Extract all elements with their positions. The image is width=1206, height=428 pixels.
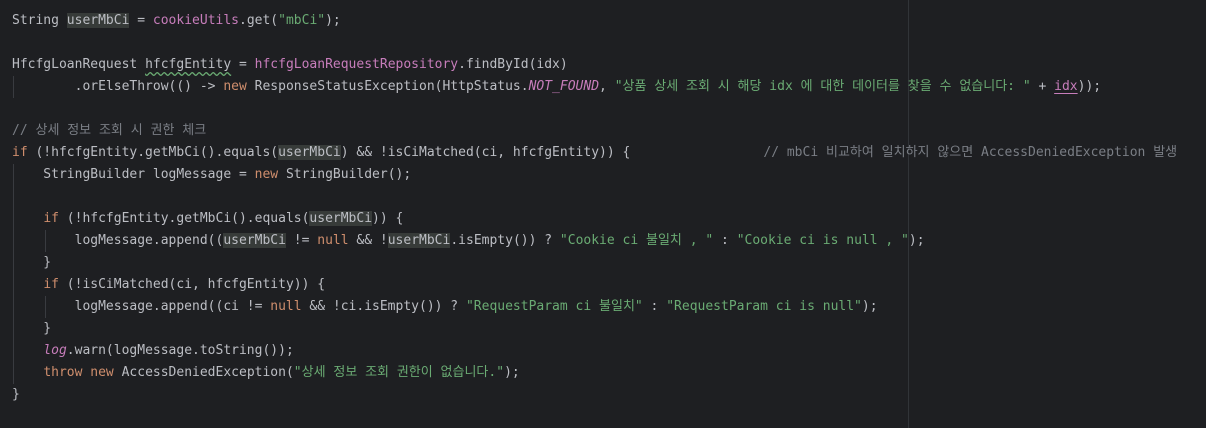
code-token: hfcfgEntity [145, 57, 232, 72]
code-token: : [642, 299, 667, 314]
code-token: // 상세 정보 조회 시 권한 체크 [12, 123, 207, 138]
code-token: new [254, 167, 279, 182]
code-line[interactable]: String userMbCi = cookieUtils.get("mbCi"… [12, 10, 341, 32]
code-token: (!hfcfgEntity.getMbCi().equals( [27, 145, 279, 160]
code-token: null [270, 299, 302, 314]
code-token: // mbCi 비교하여 일치하지 않으면 AccessDeniedExcept… [763, 145, 1178, 160]
code-token: } [12, 321, 52, 336]
code-line[interactable]: logMessage.append((ci != null && !ci.isE… [12, 296, 878, 318]
code-line[interactable]: throw new AccessDeniedException("상세 정보 조… [12, 362, 520, 384]
code-line[interactable]: if (!hfcfgEntity.getMbCi().equals(userMb… [12, 208, 403, 230]
code-token: StringBuilder logMessage = [12, 167, 255, 182]
code-token: (!isCiMatched(ci, hfcfgEntity)) { [58, 277, 326, 292]
code-token: "상품 상세 조회 시 해당 idx 에 대한 데이터를 찾을 수 없습니다: … [614, 79, 1031, 94]
code-token: .warn(logMessage.toString()); [66, 343, 294, 358]
code-token: ) && !isCiMatched(ci, hfcfgEntity)) { [340, 145, 764, 160]
code-token: "Cookie ci is null , " [736, 233, 909, 248]
code-token: && !ci.isEmpty()) ? [301, 299, 466, 314]
code-token: (!hfcfgEntity.getMbCi().equals( [58, 211, 310, 226]
code-line[interactable]: log.warn(logMessage.toString()); [12, 340, 294, 362]
code-token: "Cookie ci 불일치 , " [559, 233, 714, 248]
code-line[interactable]: StringBuilder logMessage = new StringBui… [12, 164, 411, 186]
code-token: )) { [372, 211, 404, 226]
code-token: } [12, 387, 20, 402]
code-token: null [317, 233, 349, 248]
code-token: logMessage.append(( [12, 233, 224, 248]
code-token: idx [1054, 79, 1078, 94]
code-token: userMbCi [66, 13, 130, 28]
code-token: StringBuilder(); [278, 167, 412, 182]
code-token: String [12, 13, 67, 28]
code-token: ); [861, 299, 878, 314]
code-token: if [43, 277, 59, 292]
code-token: "mbCi" [278, 13, 326, 28]
code-token: + [1030, 79, 1055, 94]
code-token: if [12, 145, 28, 160]
code-token: AccessDeniedException( [113, 365, 294, 380]
code-line[interactable]: } [12, 384, 20, 406]
code-token: NOT_FOUND [528, 79, 600, 94]
code-token: .isEmpty()) ? [450, 233, 560, 248]
code-token: userMbCi [309, 211, 373, 226]
code-editor[interactable]: String userMbCi = cookieUtils.get("mbCi"… [0, 0, 1206, 428]
code-token: .orElseThrow(() -> [12, 79, 224, 94]
code-token: && ! [348, 233, 388, 248]
code-token: ); [908, 233, 925, 248]
code-token: throw [43, 365, 83, 380]
code-token: ResponseStatusException(HttpStatus. [246, 79, 529, 94]
code-token: = [129, 13, 153, 28]
code-line[interactable]: if (!isCiMatched(ci, hfcfgEntity)) { [12, 274, 325, 296]
code-line[interactable]: logMessage.append((userMbCi != null && !… [12, 230, 925, 252]
code-token: ); [504, 365, 520, 380]
code-line[interactable]: // 상세 정보 조회 시 권한 체크 [12, 120, 206, 142]
code-token: != [285, 233, 318, 248]
code-line[interactable]: if (!hfcfgEntity.getMbCi().equals(userMb… [12, 142, 1177, 164]
code-token: HfcfgLoanRequest [12, 57, 146, 72]
code-line[interactable]: } [12, 252, 51, 274]
code-token: new [90, 365, 114, 380]
code-token: "RequestParam ci is null" [666, 299, 862, 314]
code-token: } [12, 255, 52, 270]
code-token: .get( [239, 13, 279, 28]
code-token: "RequestParam ci 불일치" [465, 299, 643, 314]
code-token: log [43, 343, 67, 358]
code-token: "상세 정보 조회 권한이 없습니다." [293, 365, 505, 380]
code-token: : [713, 233, 737, 248]
code-token: .findById(idx) [458, 57, 568, 72]
right-margin-guide [908, 0, 909, 428]
code-token: , [599, 79, 615, 94]
code-token: if [43, 211, 59, 226]
code-token: cookieUtils [152, 13, 239, 28]
code-line[interactable]: .orElseThrow(() -> new ResponseStatusExc… [12, 76, 1102, 98]
code-token: logMessage.append((ci != [12, 299, 271, 314]
code-token: userMbCi [223, 233, 286, 248]
code-token: userMbCi [387, 233, 451, 248]
code-token: userMbCi [278, 145, 341, 160]
code-token: new [223, 79, 247, 94]
code-token: hfcfgLoanRequestRepository [254, 57, 459, 72]
code-line[interactable]: HfcfgLoanRequest hfcfgEntity = hfcfgLoan… [12, 54, 568, 76]
code-line[interactable]: } [12, 318, 51, 340]
code-token: = [231, 57, 255, 72]
code-token: )); [1077, 79, 1102, 94]
code-token: ); [325, 13, 341, 28]
